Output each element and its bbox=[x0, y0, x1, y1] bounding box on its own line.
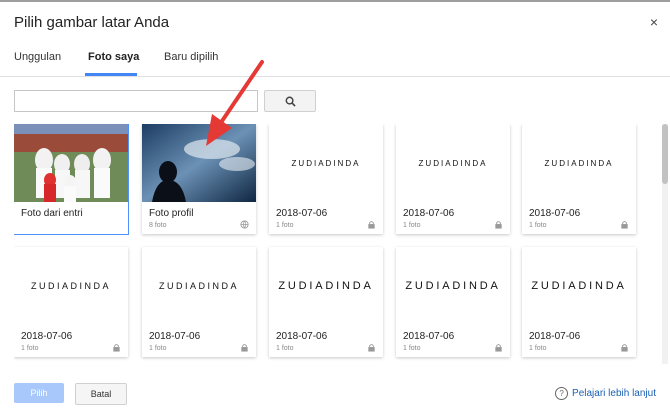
album-photo-count: 1 foto bbox=[21, 345, 39, 352]
grid-scrollbar[interactable] bbox=[662, 124, 668, 364]
album-thumbnail: ZUDIADINDA bbox=[142, 247, 256, 325]
album-thumbnail: ZUDIADINDA bbox=[269, 247, 383, 325]
album-title: 2018-07-06 bbox=[276, 208, 328, 219]
zudiadinda-logo: ZUDIADINDA bbox=[531, 280, 627, 292]
globe-icon bbox=[240, 220, 249, 229]
album-grid: Foto dari entri Foto profil 8 foto ZUDIA… bbox=[14, 124, 654, 364]
album-title: 2018-07-06 bbox=[403, 208, 455, 219]
lock-icon bbox=[495, 344, 502, 352]
album-title: 2018-07-06 bbox=[276, 331, 328, 342]
album-card-2018-07-06[interactable]: ZUDIADINDA 2018-07-06 1 foto bbox=[14, 247, 128, 357]
zudiadinda-logo: ZUDIADINDA bbox=[278, 280, 374, 292]
album-photo-count: 8 foto bbox=[149, 222, 167, 229]
album-card-2018-07-06[interactable]: ZUDIADINDA 2018-07-06 1 foto bbox=[269, 247, 383, 357]
album-thumbnail: ZUDIADINDA bbox=[269, 124, 383, 202]
album-title: 2018-07-06 bbox=[149, 331, 201, 342]
close-icon[interactable]: × bbox=[650, 14, 658, 30]
zudiadinda-logo: ZUDIADINDA bbox=[30, 281, 111, 291]
help-icon: ? bbox=[555, 387, 569, 400]
learn-more-link[interactable]: ? Pelajari lebih lanjut bbox=[555, 387, 656, 400]
lock-icon bbox=[368, 344, 375, 352]
learn-more-label: Pelajari lebih lanjut bbox=[572, 388, 656, 399]
album-card-foto-profil[interactable]: Foto profil 8 foto bbox=[142, 124, 256, 234]
album-photo-count: 1 foto bbox=[149, 345, 167, 352]
album-photo-count: 1 foto bbox=[276, 222, 294, 229]
scrollbar-thumb[interactable] bbox=[662, 124, 668, 184]
lock-icon bbox=[241, 344, 248, 352]
album-thumbnail: ZUDIADINDA bbox=[522, 247, 636, 325]
album-photo-count: 1 foto bbox=[529, 345, 547, 352]
album-card-2018-07-06[interactable]: ZUDIADINDA 2018-07-06 1 foto bbox=[142, 247, 256, 357]
group-photo-image bbox=[14, 124, 128, 202]
tab-unggulan[interactable]: Unggulan bbox=[14, 51, 61, 63]
zudiadinda-logo: ZUDIADINDA bbox=[158, 281, 239, 291]
lock-icon bbox=[621, 221, 628, 229]
zudiadinda-logo: ZUDIADINDA bbox=[291, 158, 361, 168]
silhouette-sky-image bbox=[142, 124, 256, 202]
album-thumbnail: ZUDIADINDA bbox=[14, 247, 128, 325]
album-photo-count: 1 foto bbox=[529, 222, 547, 229]
tab-foto-saya[interactable]: Foto saya bbox=[88, 51, 139, 63]
search-icon bbox=[285, 96, 296, 107]
album-photo-count: 1 foto bbox=[403, 222, 421, 229]
dialog-top-border bbox=[0, 0, 670, 2]
album-title: 2018-07-06 bbox=[403, 331, 455, 342]
lock-icon bbox=[495, 221, 502, 229]
album-card-2018-07-06[interactable]: ZUDIADINDA 2018-07-06 1 foto bbox=[269, 124, 383, 234]
album-title: 2018-07-06 bbox=[21, 331, 73, 342]
album-title: Foto dari entri bbox=[21, 208, 83, 219]
album-photo-count: 1 foto bbox=[276, 345, 294, 352]
album-card-2018-07-06[interactable]: ZUDIADINDA 2018-07-06 1 foto bbox=[396, 247, 510, 357]
lock-icon bbox=[113, 344, 120, 352]
album-title: 2018-07-06 bbox=[529, 331, 581, 342]
zudiadinda-logo: ZUDIADINDA bbox=[544, 158, 614, 168]
album-thumbnail bbox=[142, 124, 256, 202]
album-photo-count: 1 foto bbox=[403, 345, 421, 352]
album-thumbnail: ZUDIADINDA bbox=[396, 247, 510, 325]
album-thumbnail bbox=[14, 124, 128, 202]
background-picker-dialog: Pilih gambar latar Anda × Unggulan Foto … bbox=[0, 0, 670, 417]
active-tab-indicator bbox=[85, 73, 137, 76]
search-button[interactable] bbox=[264, 90, 316, 112]
tab-baru-dipilih[interactable]: Baru dipilih bbox=[164, 51, 218, 63]
album-card-2018-07-06[interactable]: ZUDIADINDA 2018-07-06 1 foto bbox=[522, 124, 636, 234]
zudiadinda-logo: ZUDIADINDA bbox=[418, 158, 488, 168]
album-thumbnail: ZUDIADINDA bbox=[522, 124, 636, 202]
album-title: 2018-07-06 bbox=[529, 208, 581, 219]
cancel-button[interactable]: Batal bbox=[75, 383, 127, 405]
tab-bar: Unggulan Foto saya Baru dipilih bbox=[0, 44, 670, 77]
album-thumbnail: ZUDIADINDA bbox=[396, 124, 510, 202]
album-card-foto-dari-entri[interactable]: Foto dari entri bbox=[14, 124, 129, 235]
lock-icon bbox=[368, 221, 375, 229]
search-input[interactable] bbox=[14, 90, 258, 112]
select-button[interactable]: Pilih bbox=[14, 383, 64, 403]
zudiadinda-logo: ZUDIADINDA bbox=[405, 280, 501, 292]
lock-icon bbox=[621, 344, 628, 352]
dialog-title: Pilih gambar latar Anda bbox=[14, 14, 170, 31]
album-title: Foto profil bbox=[149, 208, 194, 219]
album-card-2018-07-06[interactable]: ZUDIADINDA 2018-07-06 1 foto bbox=[396, 124, 510, 234]
album-card-2018-07-06[interactable]: ZUDIADINDA 2018-07-06 1 foto bbox=[522, 247, 636, 357]
